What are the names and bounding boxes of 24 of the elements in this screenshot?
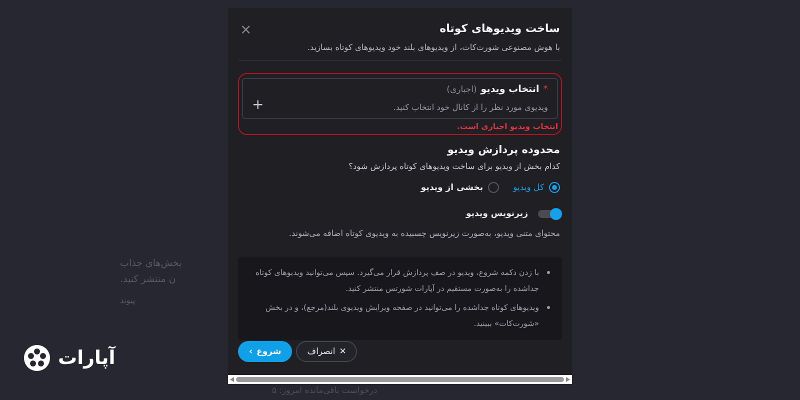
cancel-button[interactable]: ✕ انصراف xyxy=(296,341,358,362)
radio-option[interactable]: کل ویدیو xyxy=(513,182,560,193)
toggle-label: زیرنویس ویدیو xyxy=(466,209,528,219)
logo-text[interactable]: آپارات xyxy=(58,347,116,369)
bullet-icon xyxy=(547,306,550,309)
add-button[interactable]: + xyxy=(252,98,264,112)
toggle-switch[interactable] xyxy=(538,210,560,218)
field-hint: (اجباری) xyxy=(446,85,477,95)
field-description: ویدیوی مورد نظر را از کانال خود انتخاب کنید. xyxy=(393,102,548,112)
scroll-right-icon[interactable] xyxy=(566,377,570,382)
section-question: کدام بخش از ویدیو برای ساخت ویدیوهای کوتاه پردازش شود؟ xyxy=(348,161,561,171)
radio-option[interactable]: بخشی از ویدیو xyxy=(420,182,500,193)
bullet-icon xyxy=(547,271,550,274)
video-picker-field[interactable]: * انتخاب ویدیو (اجباری) ویدیوی مورد نظر را از کانال خود انتخاب کنید. + xyxy=(242,78,558,119)
dialog-title: ساخت ویدیوهای کوتاه xyxy=(438,22,560,35)
required-mark: * xyxy=(543,84,548,95)
field-label: انتخاب ویدیو xyxy=(480,84,540,95)
scrollbar[interactable] xyxy=(228,375,572,384)
scroll-left-icon[interactable] xyxy=(230,377,234,382)
toggle-description: محتوای متنی ویدیو، به‌صورت زیرنویس چسبیده به ویدیوی کوتاه اضافه می‌شوند. xyxy=(288,228,561,238)
section-title: محدوده پردازش ویدیو xyxy=(446,144,561,156)
film-reel-icon xyxy=(22,343,52,373)
dialog-subtitle: با هوش مصنوعی شورت‌کات، از ویدیوهای بلند خود ویدیوهای کوتاه بسازید. xyxy=(307,42,560,52)
close-button[interactable]: × xyxy=(240,23,252,37)
